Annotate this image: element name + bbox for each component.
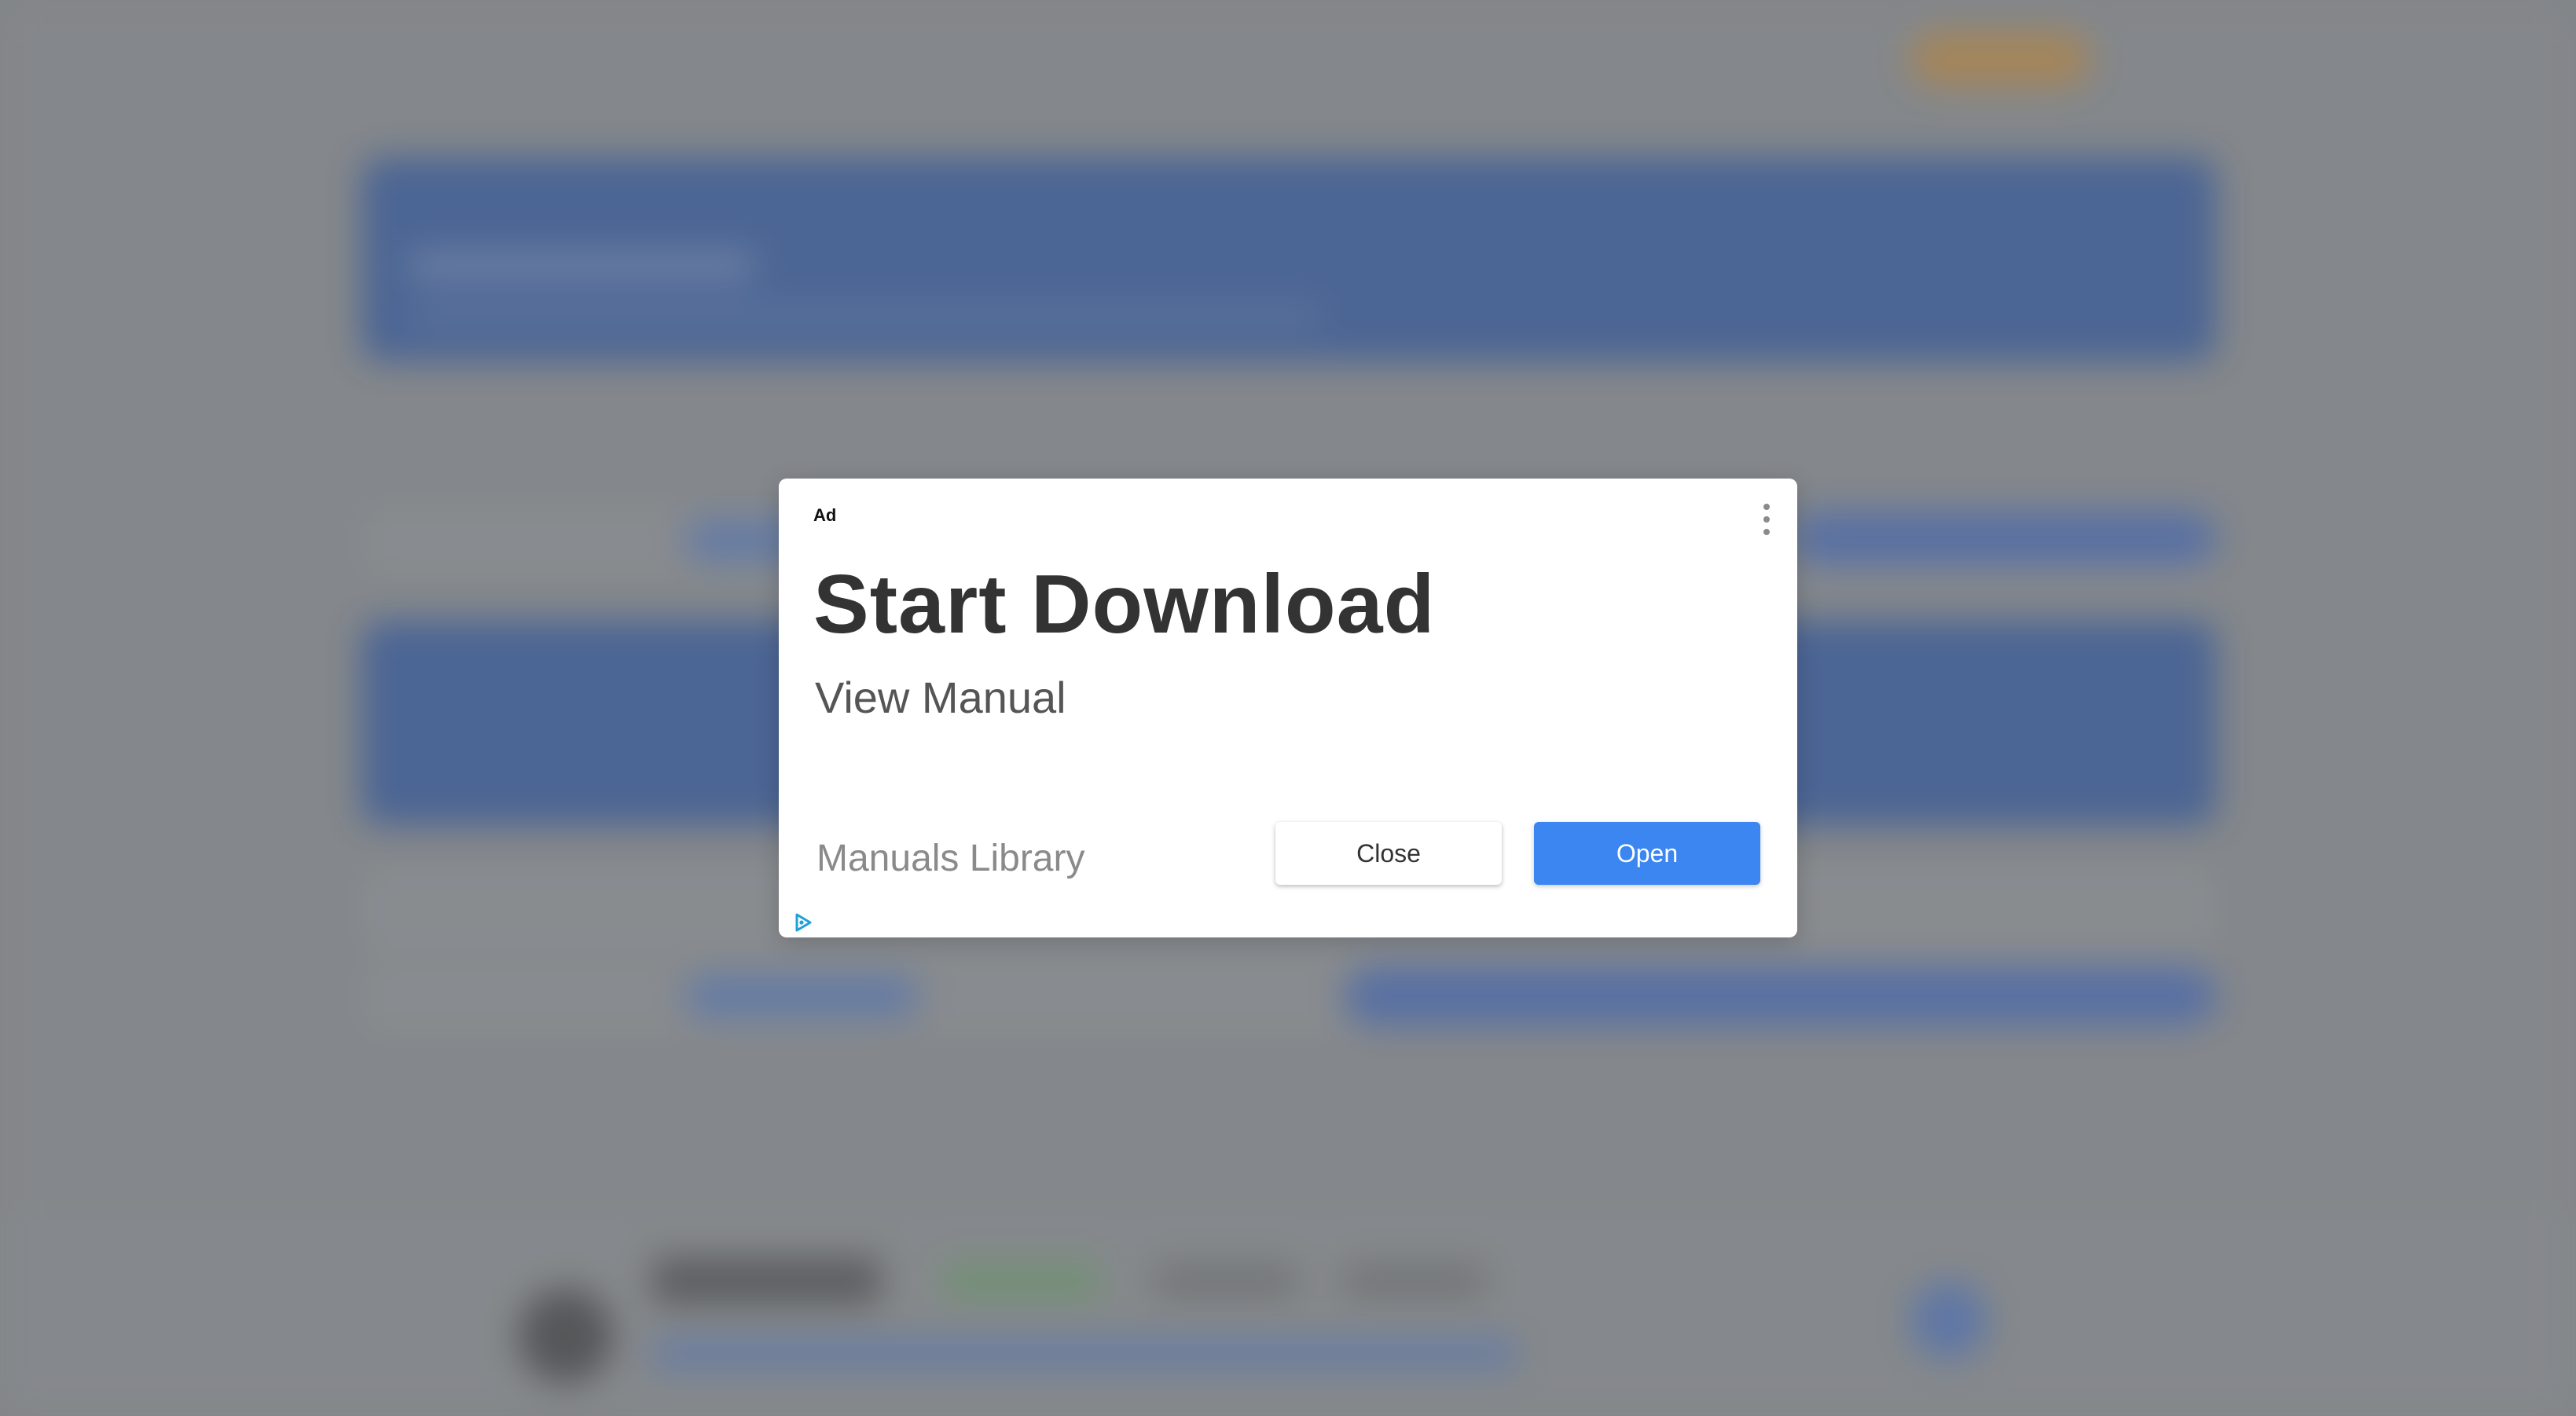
menu-dot	[1763, 504, 1770, 510]
menu-dot	[1763, 516, 1770, 523]
ad-badge: Ad	[813, 505, 837, 525]
ad-dialog: Ad Start Download View Manual Manuals Li…	[779, 479, 1797, 937]
adchoices-icon[interactable]	[791, 911, 815, 934]
ad-headline[interactable]: Start Download	[813, 557, 1435, 652]
kebab-menu-icon[interactable]	[1760, 504, 1774, 535]
open-button[interactable]: Open	[1534, 822, 1760, 885]
close-button[interactable]: Close	[1275, 822, 1502, 885]
ad-subheadline[interactable]: View Manual	[815, 672, 1066, 723]
ad-advertiser-name[interactable]: Manuals Library	[816, 837, 1084, 880]
menu-dot	[1763, 529, 1770, 535]
